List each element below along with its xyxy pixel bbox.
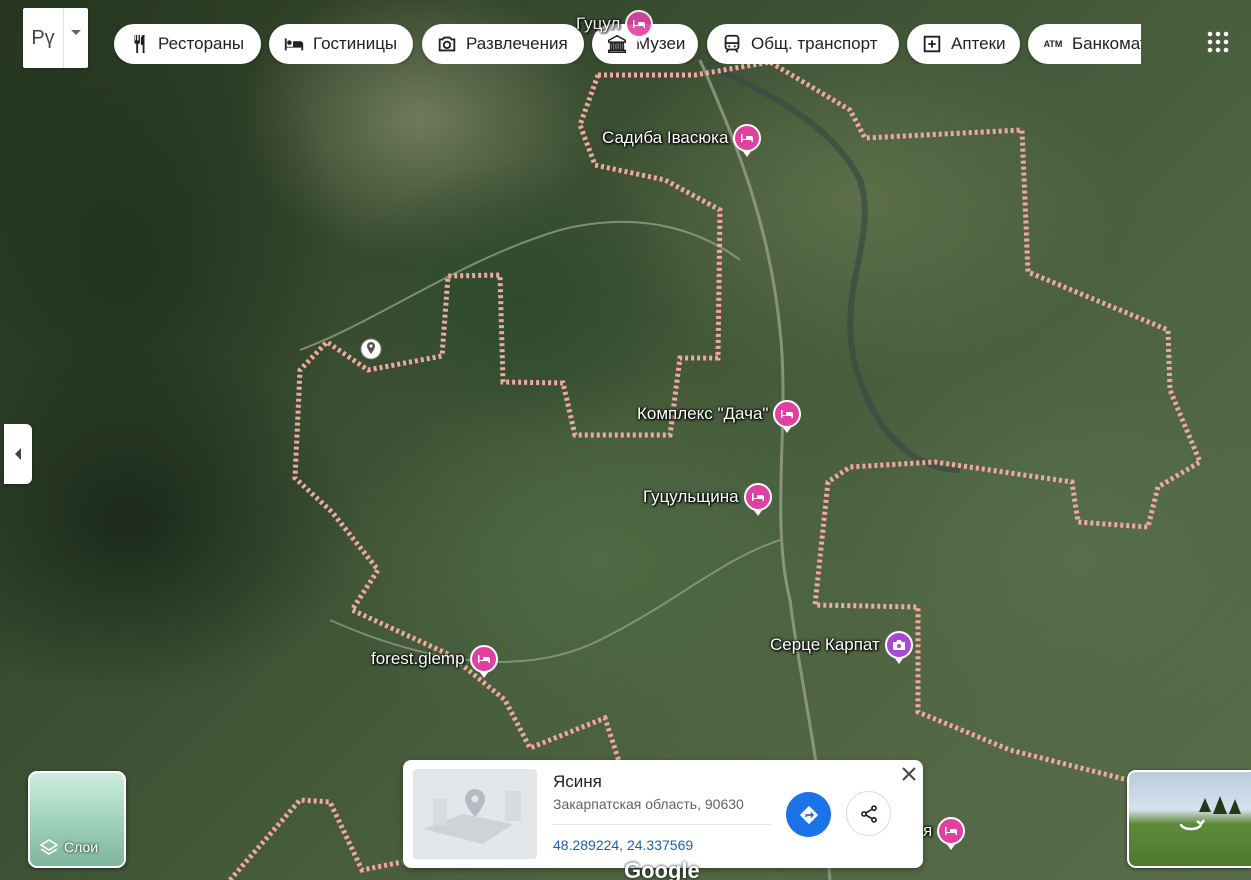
place-label: я <box>923 821 933 840</box>
hotel-pin-icon <box>469 645 498 678</box>
hotel-pin-icon <box>937 817 966 850</box>
language-dropdown-button[interactable] <box>63 8 87 68</box>
location-thumbnail[interactable] <box>413 769 537 859</box>
street-view-icon <box>1179 819 1205 831</box>
location-address: Закарпатская область, 90630 <box>553 796 744 812</box>
chip-label: Рестораны <box>158 34 245 53</box>
dropped-pin-icon[interactable] <box>359 337 383 366</box>
hotel-pin-icon <box>743 483 772 516</box>
side-panel-toggle[interactable] <box>4 424 32 484</box>
camera-pin-icon <box>884 631 913 664</box>
close-icon <box>902 767 916 781</box>
chip-label: Банкоматы <box>1072 34 1141 53</box>
divider <box>553 824 771 825</box>
chip-atm[interactable]: ATM Банкоматы <box>1028 24 1141 64</box>
directions-icon <box>799 805 818 824</box>
chevron-left-icon <box>15 448 21 460</box>
apps-grid-button[interactable] <box>1198 22 1238 62</box>
chevron-down-icon <box>70 30 81 35</box>
google-attribution: Google <box>624 858 700 880</box>
place-marker[interactable]: Гуцульщина <box>643 483 772 516</box>
chip-entertainment[interactable]: Развлечения <box>422 24 584 64</box>
hotel-pin-icon <box>625 10 654 43</box>
hotel-icon <box>284 38 304 51</box>
pharmacy-icon <box>923 35 941 53</box>
place-marker[interactable]: Садиба Івасюка <box>602 124 762 157</box>
chip-label: Аптеки <box>951 34 1006 53</box>
chip-transit[interactable]: Общ. транспорт <box>707 24 899 64</box>
hotel-pin-icon <box>733 124 762 157</box>
apps-grid-icon <box>1207 31 1229 53</box>
place-marker[interactable]: Серце Карпат <box>770 631 913 664</box>
road-secondary <box>329 539 781 663</box>
language-code: Рү <box>31 26 55 49</box>
place-marker[interactable]: я <box>923 817 966 850</box>
close-button[interactable] <box>898 763 920 785</box>
transit-icon <box>724 34 740 53</box>
location-coordinates[interactable]: 48.289224, 24.337569 <box>553 837 693 853</box>
share-button[interactable] <box>846 791 891 836</box>
hotel-pin-icon <box>773 400 802 433</box>
place-label: forest.glemp <box>371 649 465 668</box>
layers-icon <box>40 839 58 855</box>
road-tertiary <box>299 220 741 351</box>
location-thumbnail-illustration <box>413 769 537 859</box>
road-main <box>698 59 832 880</box>
atm-icon: ATM <box>1043 39 1063 49</box>
layers-button[interactable]: Слои <box>28 771 126 868</box>
chip-pharmacies[interactable]: Аптеки <box>907 24 1020 64</box>
street-view-preview <box>1179 796 1241 831</box>
place-marker[interactable]: Гуцул <box>576 10 654 43</box>
directions-button[interactable] <box>786 792 831 837</box>
boundary-line-south <box>228 797 403 880</box>
layers-label: Слои <box>40 838 98 856</box>
language-selector[interactable]: Рү <box>23 8 88 68</box>
chip-label: Гостиницы <box>313 34 398 53</box>
chip-hotels[interactable]: Гостиницы <box>269 24 413 64</box>
chip-label: Общ. транспорт <box>751 34 878 53</box>
layers-text: Слои <box>64 839 99 855</box>
boundary-line <box>598 59 1204 803</box>
location-info-card: Ясиня Закарпатская область, 90630 48.289… <box>403 760 923 868</box>
place-label: Комплекс "Дача" <box>637 404 769 423</box>
camera-icon <box>438 36 456 52</box>
place-label: Серце Карпат <box>770 635 880 654</box>
chip-label: Развлечения <box>466 34 568 53</box>
restaurant-icon <box>134 34 145 54</box>
place-label: Гуцул <box>576 14 621 33</box>
place-label: Садиба Івасюка <box>602 128 729 147</box>
chip-restaurants[interactable]: Рестораны <box>114 24 261 64</box>
share-icon <box>860 804 877 823</box>
place-marker[interactable]: forest.glemp <box>371 645 498 678</box>
street-view-thumbnail[interactable] <box>1127 770 1251 868</box>
place-marker[interactable]: Комплекс "Дача" <box>637 400 802 433</box>
location-title: Ясиня <box>553 772 602 791</box>
place-label: Гуцульщина <box>643 487 739 506</box>
